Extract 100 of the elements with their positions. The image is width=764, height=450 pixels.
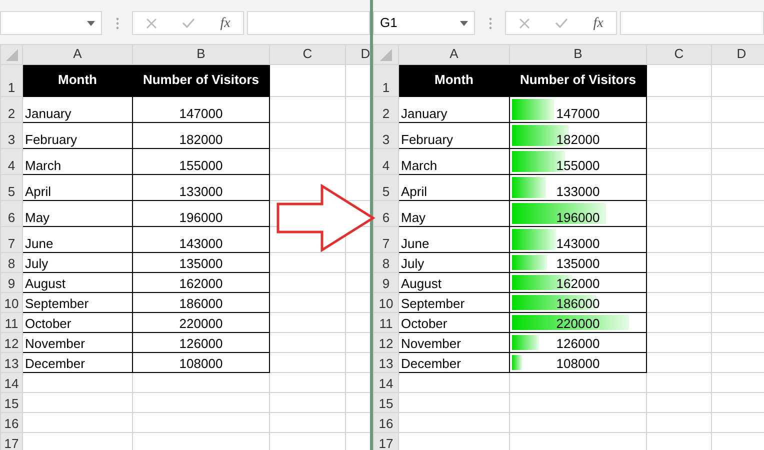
check-icon[interactable]	[554, 18, 568, 28]
caret-icon[interactable]	[87, 20, 95, 26]
formula-field[interactable]	[247, 11, 370, 35]
row-header[interactable]: 3	[0, 122, 22, 148]
table-cell: 108000	[556, 356, 600, 372]
row-header[interactable]: 8	[0, 252, 22, 272]
row-header[interactable]: 10	[374, 292, 398, 312]
row-header[interactable]: 15	[0, 392, 22, 412]
table-cell: November	[398, 332, 510, 352]
insert-function-button[interactable]: fx	[220, 12, 230, 34]
column-header[interactable]: A	[398, 44, 510, 64]
table-cell: August	[398, 272, 510, 292]
column-header[interactable]: C	[270, 44, 346, 64]
row-header[interactable]: 10	[0, 292, 22, 312]
table-cell: 135000	[556, 256, 600, 272]
row-header[interactable]: 14	[374, 372, 398, 392]
table-cell: 162000	[179, 276, 223, 292]
row-header[interactable]: 1	[0, 64, 22, 96]
cancel-icon[interactable]	[518, 18, 530, 28]
grip-icon	[116, 16, 118, 30]
table-cell: 143000	[556, 236, 600, 252]
caret-icon[interactable]	[460, 20, 468, 26]
column-title: Month	[398, 64, 510, 96]
row-header[interactable]: 4	[374, 148, 398, 174]
table-cell: 220000	[179, 316, 223, 332]
column-header[interactable]: D	[712, 44, 764, 64]
row-header[interactable]: 7	[374, 226, 398, 252]
row-header[interactable]: 5	[374, 174, 398, 200]
table-cell: 155000	[556, 158, 600, 174]
table-cell: February	[22, 122, 132, 148]
row-header[interactable]: 13	[0, 352, 22, 372]
row-header[interactable]: 17	[0, 432, 22, 450]
table-cell: 135000	[179, 256, 223, 272]
table-cell: 186000	[179, 296, 223, 312]
grip-icon	[488, 16, 492, 30]
row-header[interactable]: 4	[0, 148, 22, 174]
row-header[interactable]: 7	[0, 226, 22, 252]
table-cell: April	[22, 174, 132, 200]
row-header[interactable]: 17	[374, 432, 398, 450]
corner-triangle-icon[interactable]	[6, 48, 18, 61]
table-cell: February	[398, 122, 510, 148]
row-header[interactable]: 11	[0, 312, 22, 332]
check-icon[interactable]	[182, 18, 195, 28]
table-cell: 133000	[556, 184, 600, 200]
row-header[interactable]: 6	[374, 200, 398, 226]
table-cell: 147000	[556, 106, 600, 122]
table-cell: August	[22, 272, 132, 292]
row-header[interactable]: 16	[374, 412, 398, 432]
table-cell: December	[398, 352, 510, 372]
table-cell: 182000	[556, 132, 600, 148]
select-all-corner[interactable]	[374, 44, 398, 64]
row-header[interactable]: 9	[374, 272, 398, 292]
table-cell: 126000	[556, 336, 600, 352]
table-cell: March	[398, 148, 510, 174]
table-cell: 133000	[179, 184, 223, 200]
column-header[interactable]: C	[646, 44, 712, 64]
select-all-corner[interactable]	[0, 44, 22, 64]
table-cell: April	[398, 174, 510, 200]
row-header[interactable]: 1	[374, 64, 398, 96]
table-cell: June	[22, 226, 132, 252]
table-cell: 196000	[556, 210, 600, 226]
column-title: Month	[22, 64, 132, 96]
row-header[interactable]: 8	[374, 252, 398, 272]
row-header[interactable]: 12	[0, 332, 22, 352]
table-cell: 108000	[179, 356, 223, 372]
row-header[interactable]: 6	[0, 200, 22, 226]
row-header[interactable]: 15	[374, 392, 398, 412]
corner-triangle-icon[interactable]	[380, 48, 392, 61]
row-header[interactable]: 14	[0, 372, 22, 392]
row-header[interactable]: 13	[374, 352, 398, 372]
column-header[interactable]: D	[346, 44, 370, 64]
table-cell: January	[22, 96, 132, 122]
table-cell: 220000	[556, 316, 600, 332]
table-cell: 162000	[556, 276, 600, 292]
table-cell: 155000	[179, 158, 223, 174]
name-box[interactable]: G1	[373, 11, 475, 35]
column-header[interactable]: A	[22, 44, 132, 64]
row-header[interactable]: 12	[374, 332, 398, 352]
table-cell: July	[398, 252, 510, 272]
column-header[interactable]: B	[510, 44, 646, 64]
formula-field[interactable]	[620, 11, 764, 35]
table-cell: December	[22, 352, 132, 372]
row-header[interactable]: 9	[0, 272, 22, 292]
column-title: Number of Visitors	[132, 64, 270, 96]
column-header[interactable]: B	[132, 44, 270, 64]
table-cell: May	[22, 200, 132, 226]
row-header[interactable]: 16	[0, 412, 22, 432]
cancel-icon[interactable]	[146, 18, 157, 28]
table-cell: March	[22, 148, 132, 174]
row-header[interactable]: 2	[0, 96, 22, 122]
row-header[interactable]: 11	[374, 312, 398, 332]
table-cell: January	[398, 96, 510, 122]
table-cell: July	[22, 252, 132, 272]
row-header[interactable]: 5	[0, 174, 22, 200]
row-header[interactable]: 2	[374, 96, 398, 122]
table-cell: October	[22, 312, 132, 332]
insert-function-button[interactable]: fx	[593, 12, 604, 34]
cell-reference: G1	[380, 14, 398, 32]
table-cell: 126000	[179, 336, 223, 352]
row-header[interactable]: 3	[374, 122, 398, 148]
